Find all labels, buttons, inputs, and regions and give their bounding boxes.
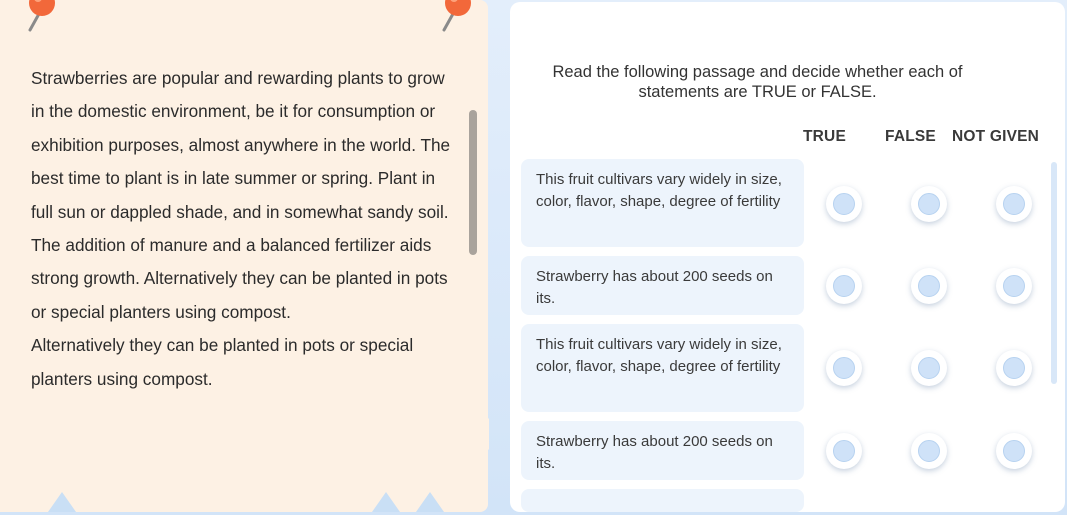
column-header-false: FALSE bbox=[885, 128, 936, 145]
radio-true[interactable] bbox=[826, 350, 862, 386]
statement-card-partial bbox=[521, 489, 804, 512]
radio-false[interactable] bbox=[911, 350, 947, 386]
passage-scrollbar[interactable] bbox=[469, 110, 477, 255]
passage-text: Strawberries are popular and rewarding p… bbox=[31, 62, 451, 396]
panel-pointer bbox=[471, 418, 489, 450]
column-header-true: TRUE bbox=[803, 128, 846, 145]
decorative-wave bbox=[372, 492, 400, 512]
question-panel: Read the following passage and decide wh… bbox=[510, 2, 1065, 512]
pushpin-icon bbox=[28, 0, 55, 32]
statement-card: Strawberry has about 200 seeds on its. bbox=[521, 256, 804, 315]
statement-card: This fruit cultivars vary widely in size… bbox=[521, 324, 804, 412]
passage-paragraph: Alternatively they can be planted in pot… bbox=[31, 335, 414, 389]
radio-false[interactable] bbox=[911, 186, 947, 222]
radio-not-given[interactable] bbox=[996, 186, 1032, 222]
radio-not-given[interactable] bbox=[996, 433, 1032, 469]
decorative-wave bbox=[48, 492, 76, 512]
statement-card: This fruit cultivars vary widely in size… bbox=[521, 159, 804, 247]
radio-not-given[interactable] bbox=[996, 268, 1032, 304]
radio-not-given[interactable] bbox=[996, 350, 1032, 386]
radio-true[interactable] bbox=[826, 268, 862, 304]
radio-true[interactable] bbox=[826, 186, 862, 222]
passage-panel: Strawberries are popular and rewarding p… bbox=[0, 0, 489, 512]
radio-true[interactable] bbox=[826, 433, 862, 469]
pushpin-icon bbox=[442, 0, 471, 32]
passage-paragraph: Strawberries are popular and rewarding p… bbox=[31, 68, 451, 322]
question-scrollbar[interactable] bbox=[1051, 162, 1057, 384]
column-header-not-given: NOT GIVEN bbox=[952, 128, 1040, 145]
passage-scrollbar-thumb[interactable] bbox=[469, 110, 477, 255]
radio-false[interactable] bbox=[911, 433, 947, 469]
statement-card: Strawberry has about 200 seeds on its. bbox=[521, 421, 804, 480]
instruction-text: Read the following passage and decide wh… bbox=[552, 63, 963, 101]
radio-false[interactable] bbox=[911, 268, 947, 304]
decorative-wave bbox=[416, 492, 444, 512]
